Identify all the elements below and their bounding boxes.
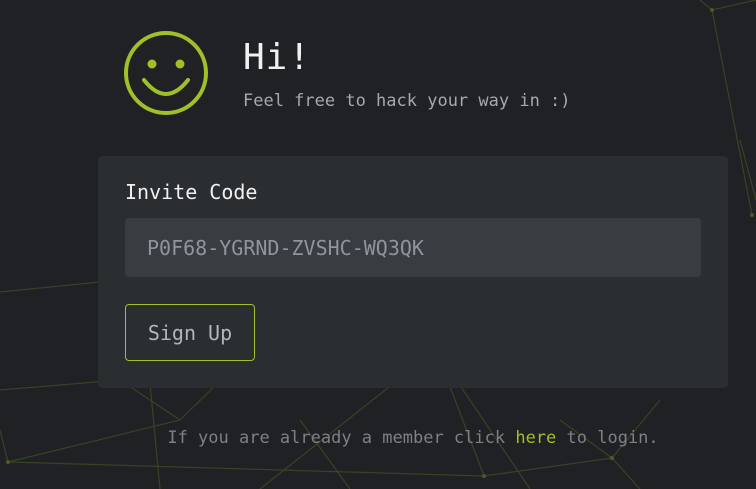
page-title: Hi! bbox=[243, 37, 312, 78]
login-prompt: If you are already a member click here t… bbox=[0, 427, 756, 449]
sign-up-button[interactable]: Sign Up bbox=[125, 304, 255, 361]
login-prompt-text-after: to login. bbox=[556, 428, 659, 448]
login-prompt-text-before: If you are already a member click bbox=[167, 428, 516, 448]
invite-code-input[interactable] bbox=[125, 218, 701, 277]
signup-form-card: Invite Code Sign Up bbox=[98, 156, 728, 388]
login-link[interactable]: here bbox=[515, 428, 556, 448]
page-subtitle: Feel free to hack your way in :) bbox=[243, 91, 571, 111]
smiley-face-icon bbox=[123, 30, 209, 116]
invite-code-label: Invite Code bbox=[125, 180, 258, 204]
